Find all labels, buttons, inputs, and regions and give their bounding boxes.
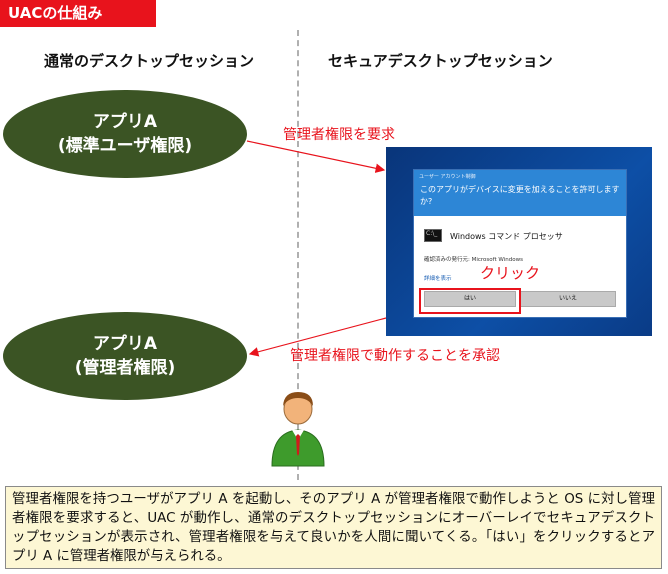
- explanation-note: 管理者権限を持つユーザがアプリ A を起動し、そのアプリ A が管理者権限で動作…: [5, 486, 662, 569]
- uac-dialog-question: このアプリがデバイスに変更を加えることを許可しますか?: [420, 185, 620, 206]
- program-name: Windows コマンド プロセッサ: [450, 232, 563, 241]
- command-prompt-icon: C:\_: [424, 229, 442, 242]
- secure-desktop-heading: セキュアデスクトップセッション: [328, 52, 553, 70]
- uac-dialog-header: ユーザー アカウント制御 このアプリがデバイスに変更を加えることを許可しますか?: [414, 170, 626, 216]
- app-standard-node: アプリA (標準ユーザ権限): [3, 90, 247, 178]
- approve-label: 管理者権限で動作することを承認: [290, 348, 500, 364]
- request-label: 管理者権限を要求: [283, 127, 395, 143]
- yes-button-highlight: [419, 288, 521, 314]
- app-admin-name: アプリA: [92, 334, 158, 354]
- app-admin-node: アプリA (管理者権限): [3, 312, 247, 400]
- click-label: クリック: [480, 264, 541, 282]
- app-admin-privilege: (管理者権限): [74, 358, 176, 378]
- uac-dialog-caption: ユーザー アカウント制御: [419, 174, 476, 180]
- no-button[interactable]: いいえ: [520, 291, 616, 307]
- title-badge: UACの仕組み: [0, 0, 156, 27]
- show-details-link[interactable]: 詳細を表示: [424, 274, 452, 282]
- app-standard-privilege: (標準ユーザ権限): [57, 136, 193, 156]
- request-arrow: [246, 140, 386, 173]
- normal-desktop-heading: 通常のデスクトップセッション: [44, 52, 255, 70]
- app-standard-name: アプリA: [92, 112, 158, 132]
- user-icon: [271, 392, 325, 467]
